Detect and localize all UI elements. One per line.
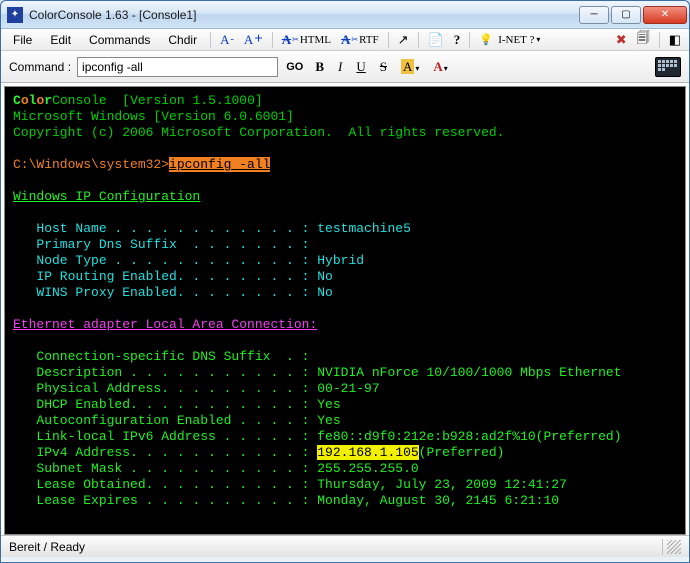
close-button[interactable]: ✕ xyxy=(643,6,687,24)
export-html-button[interactable]: A✂HTML xyxy=(278,30,335,50)
app-window: ColorConsole 1.63 - [Console1] ─ ▢ ✕ Fil… xyxy=(0,0,690,563)
toggle-button[interactable]: ◧ xyxy=(665,30,685,50)
statusbar: Bereit / Ready xyxy=(1,535,689,557)
font-color-button[interactable]: A▾ xyxy=(429,57,451,77)
maximize-button[interactable]: ▢ xyxy=(611,6,641,24)
font-decrease-button[interactable]: A- xyxy=(216,30,238,50)
command-label: Command : xyxy=(9,60,71,74)
command-input[interactable] xyxy=(77,57,278,77)
export-rtf-button[interactable]: A✂RTF xyxy=(337,30,383,50)
console-output: ColorConsole [Version 1.5.1000] Microsof… xyxy=(5,87,686,534)
status-text: Bereit / Ready xyxy=(9,540,85,554)
tool-arrow-icon[interactable]: ↗ xyxy=(394,30,413,50)
menu-file[interactable]: File xyxy=(5,31,40,49)
delete-button[interactable]: ✖ xyxy=(612,30,631,50)
bold-button[interactable]: B xyxy=(311,57,328,77)
copy-page-icon[interactable]: 🗐 xyxy=(633,27,654,53)
menu-chdir[interactable]: Chdir xyxy=(160,31,205,49)
titlebar[interactable]: ColorConsole 1.63 - [Console1] ─ ▢ ✕ xyxy=(1,1,689,29)
minimize-button[interactable]: ─ xyxy=(579,6,609,24)
app-icon xyxy=(7,7,23,23)
menu-edit[interactable]: Edit xyxy=(42,31,79,49)
console-area: ColorConsole [Version 1.5.1000] Microsof… xyxy=(1,83,689,535)
menubar: File Edit Commands Chdir A- A+ A✂HTML A✂… xyxy=(1,29,689,51)
command-bar: Command : GO B I U S A▾ A▾ xyxy=(1,51,689,83)
font-increase-button[interactable]: A+ xyxy=(240,29,267,50)
keyboard-icon[interactable] xyxy=(655,57,681,77)
window-title: ColorConsole 1.63 - [Console1] xyxy=(29,8,579,22)
highlight-button[interactable]: A▾ xyxy=(397,57,423,77)
strike-button[interactable]: S xyxy=(376,57,391,77)
resize-grip-icon[interactable] xyxy=(667,540,681,554)
console-scroll[interactable]: ColorConsole [Version 1.5.1000] Microsof… xyxy=(4,86,686,535)
go-button[interactable]: GO xyxy=(284,61,305,73)
menu-commands[interactable]: Commands xyxy=(81,31,158,49)
inet-menu[interactable]: 💡 I-NET ?▾ xyxy=(475,30,544,50)
help-button[interactable]: ? xyxy=(450,30,465,50)
italic-button[interactable]: I xyxy=(334,57,346,77)
ipv4-highlight: 192.168.1.105 xyxy=(317,445,418,460)
underline-button[interactable]: U xyxy=(352,57,369,77)
new-page-icon[interactable]: 📄 xyxy=(424,30,448,50)
